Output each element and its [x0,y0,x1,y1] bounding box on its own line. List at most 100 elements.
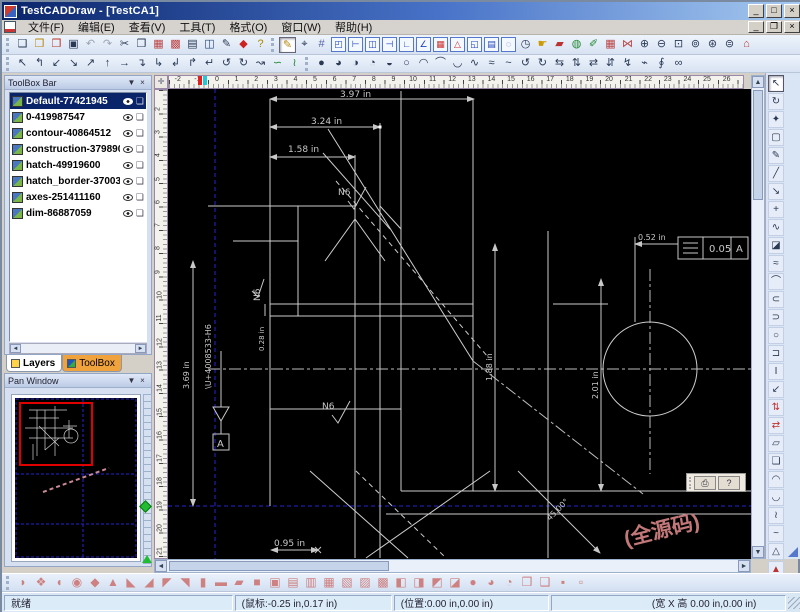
panel-close-button[interactable]: × [137,376,148,385]
edit-sheet-button[interactable]: ✐ [585,37,602,53]
cloud-tool[interactable]: ◠ [768,471,784,488]
offset-button[interactable]: ◆ [86,575,104,591]
layer-color-icon[interactable] [12,160,23,171]
tab-toolbox[interactable]: ToolBox [62,355,122,372]
layer-visibility-eye-icon[interactable] [123,178,133,185]
layer-page-icon[interactable]: ❏ [136,97,144,106]
layer-visibility-eye-icon[interactable] [123,98,133,105]
explode-button[interactable]: ▬ [212,575,230,591]
arc-open-tool[interactable]: ◠ [415,56,432,72]
stretch-button[interactable]: ◤ [158,575,176,591]
scroll-right-icon[interactable]: ► [135,344,146,353]
vertical-scroll-thumb[interactable] [753,90,763,200]
zoom-window-button[interactable]: ⊡ [670,37,687,53]
circle-quarter-tool[interactable]: ◔ [364,56,381,72]
arc-flat-tool[interactable]: ⌒ [432,56,449,72]
circle-solid-tool[interactable]: ● [313,56,330,72]
mirror-button[interactable]: ▲ [104,575,122,591]
scroll-right-icon[interactable]: ► [738,560,750,572]
menu-tools[interactable]: 工具(T) [172,19,222,35]
arc-tool[interactable]: ⌒ [768,273,784,290]
table-red-button[interactable]: ▦ [602,37,619,53]
region-button[interactable]: ▤ [284,575,302,591]
snap-midpoint-button[interactable]: ⊢ [348,37,363,52]
sweep-button[interactable]: ◧ [392,575,410,591]
dim-horizontal-tool[interactable]: ⇄ [768,417,784,434]
circle-34-tool[interactable]: ◕ [330,56,347,72]
arc-deep-tool[interactable]: ◡ [449,56,466,72]
layer-row[interactable]: axes-251411160❏ [10,189,146,205]
array-button[interactable]: ▰ [230,575,248,591]
pick-window-tool[interactable]: ↘ [65,56,82,72]
paste-special-button[interactable]: ▩ [167,37,184,53]
snap-region-button[interactable]: ▦ [433,37,448,52]
zoom-in-button[interactable]: ⊕ [636,37,653,53]
select-tool[interactable]: ↖ [768,75,784,92]
point-tool[interactable]: ✎ [768,147,784,164]
paste-button[interactable]: ▦ [150,37,167,53]
mini-toolbar-grip[interactable] [689,477,692,489]
minimize-button[interactable]: _ [748,4,764,18]
curve-edit-tool[interactable]: ↝ [252,56,269,72]
curve-right-tool[interactable]: ⊃ [768,309,784,326]
layer-row[interactable]: 0-419987547❏ [10,109,146,125]
pan-view-rect[interactable] [20,403,92,465]
pick-cross-tool[interactable]: ↗ [82,56,99,72]
scroll-down-icon[interactable]: ▼ [752,546,764,558]
twist-tool[interactable]: ↯ [619,56,636,72]
layer-visibility-eye-icon[interactable] [123,114,133,121]
panel-collapse-button[interactable]: ▼ [126,376,137,385]
palette-resize-icon[interactable] [788,547,798,557]
snap-nearest-button[interactable]: ◱ [467,37,482,52]
new-button[interactable]: ❑ [14,37,31,53]
eraser-button[interactable]: ◆ [235,37,252,53]
list-button[interactable]: ❑ [536,575,554,591]
pan-zoom-arrow-icon[interactable] [142,555,152,563]
snap-tangent-button[interactable]: ∟ [399,37,414,52]
home-button[interactable]: ⌂ [738,37,755,53]
mdi-minimize-button[interactable]: _ [748,21,764,33]
import-button[interactable]: ❒ [48,37,65,53]
extend-button[interactable]: ◉ [68,575,86,591]
pan-hand-button[interactable]: ☛ [534,37,551,53]
menu-help[interactable]: 帮助(H) [328,19,379,35]
limits-button[interactable]: ⋈ [619,37,636,53]
circle-half-tool[interactable]: ◑ [347,56,364,72]
panel-collapse-button[interactable]: ▼ [126,78,137,87]
toolbar-grip[interactable] [6,57,10,71]
menu-edit[interactable]: 编辑(E) [71,19,122,35]
layer-list-scrollbar[interactable]: ◄ ► [9,343,147,354]
rotate-left-tool[interactable]: ↺ [517,56,534,72]
grid-button[interactable]: # [313,37,330,53]
pick-undo-tool[interactable]: ↺ [218,56,235,72]
curve-smooth-tool[interactable]: ∽ [269,56,286,72]
print-preview-button[interactable]: ◫ [201,37,218,53]
stretch-tool[interactable]: ⇄ [585,56,602,72]
arrow-tool[interactable]: ↘ [768,183,784,200]
mdi-close-button[interactable]: × [784,21,800,33]
break-button[interactable]: ◥ [176,575,194,591]
copy-button[interactable]: ❐ [133,37,150,53]
zoom-extents-button[interactable]: ⊜ [721,37,738,53]
fill-button[interactable]: ▰ [551,37,568,53]
pan-thumbnail[interactable] [11,394,141,562]
curve-fit-tool[interactable]: ≀ [286,56,303,72]
menu-window[interactable]: 窗口(W) [274,19,328,35]
zoom-scale-button[interactable]: ⊚ [687,37,704,53]
align-button[interactable]: ● [464,575,482,591]
rect-select-tool[interactable]: ▢ [768,129,784,146]
cut-button[interactable]: ✂ [116,37,133,53]
resize-grip[interactable] [788,597,800,609]
tilde-tool[interactable]: ~ [500,56,517,72]
bend-tool[interactable]: ⌁ [636,56,653,72]
pick-all-tool[interactable]: ↳ [150,56,167,72]
undo-button[interactable]: ↶ [82,37,99,53]
pick-button[interactable]: ⌖ [296,37,313,53]
snap-circle-button[interactable]: ◌ [501,37,516,52]
compass-button[interactable]: ◷ [517,37,534,53]
hatch-button[interactable]: ■ [248,575,266,591]
layer-page-icon[interactable]: ❏ [136,161,144,170]
lasso-tool[interactable]: ◡ [768,489,784,506]
draw-mode-button[interactable]: ✎ [279,37,296,53]
menu-format[interactable]: 格式(O) [222,19,274,35]
